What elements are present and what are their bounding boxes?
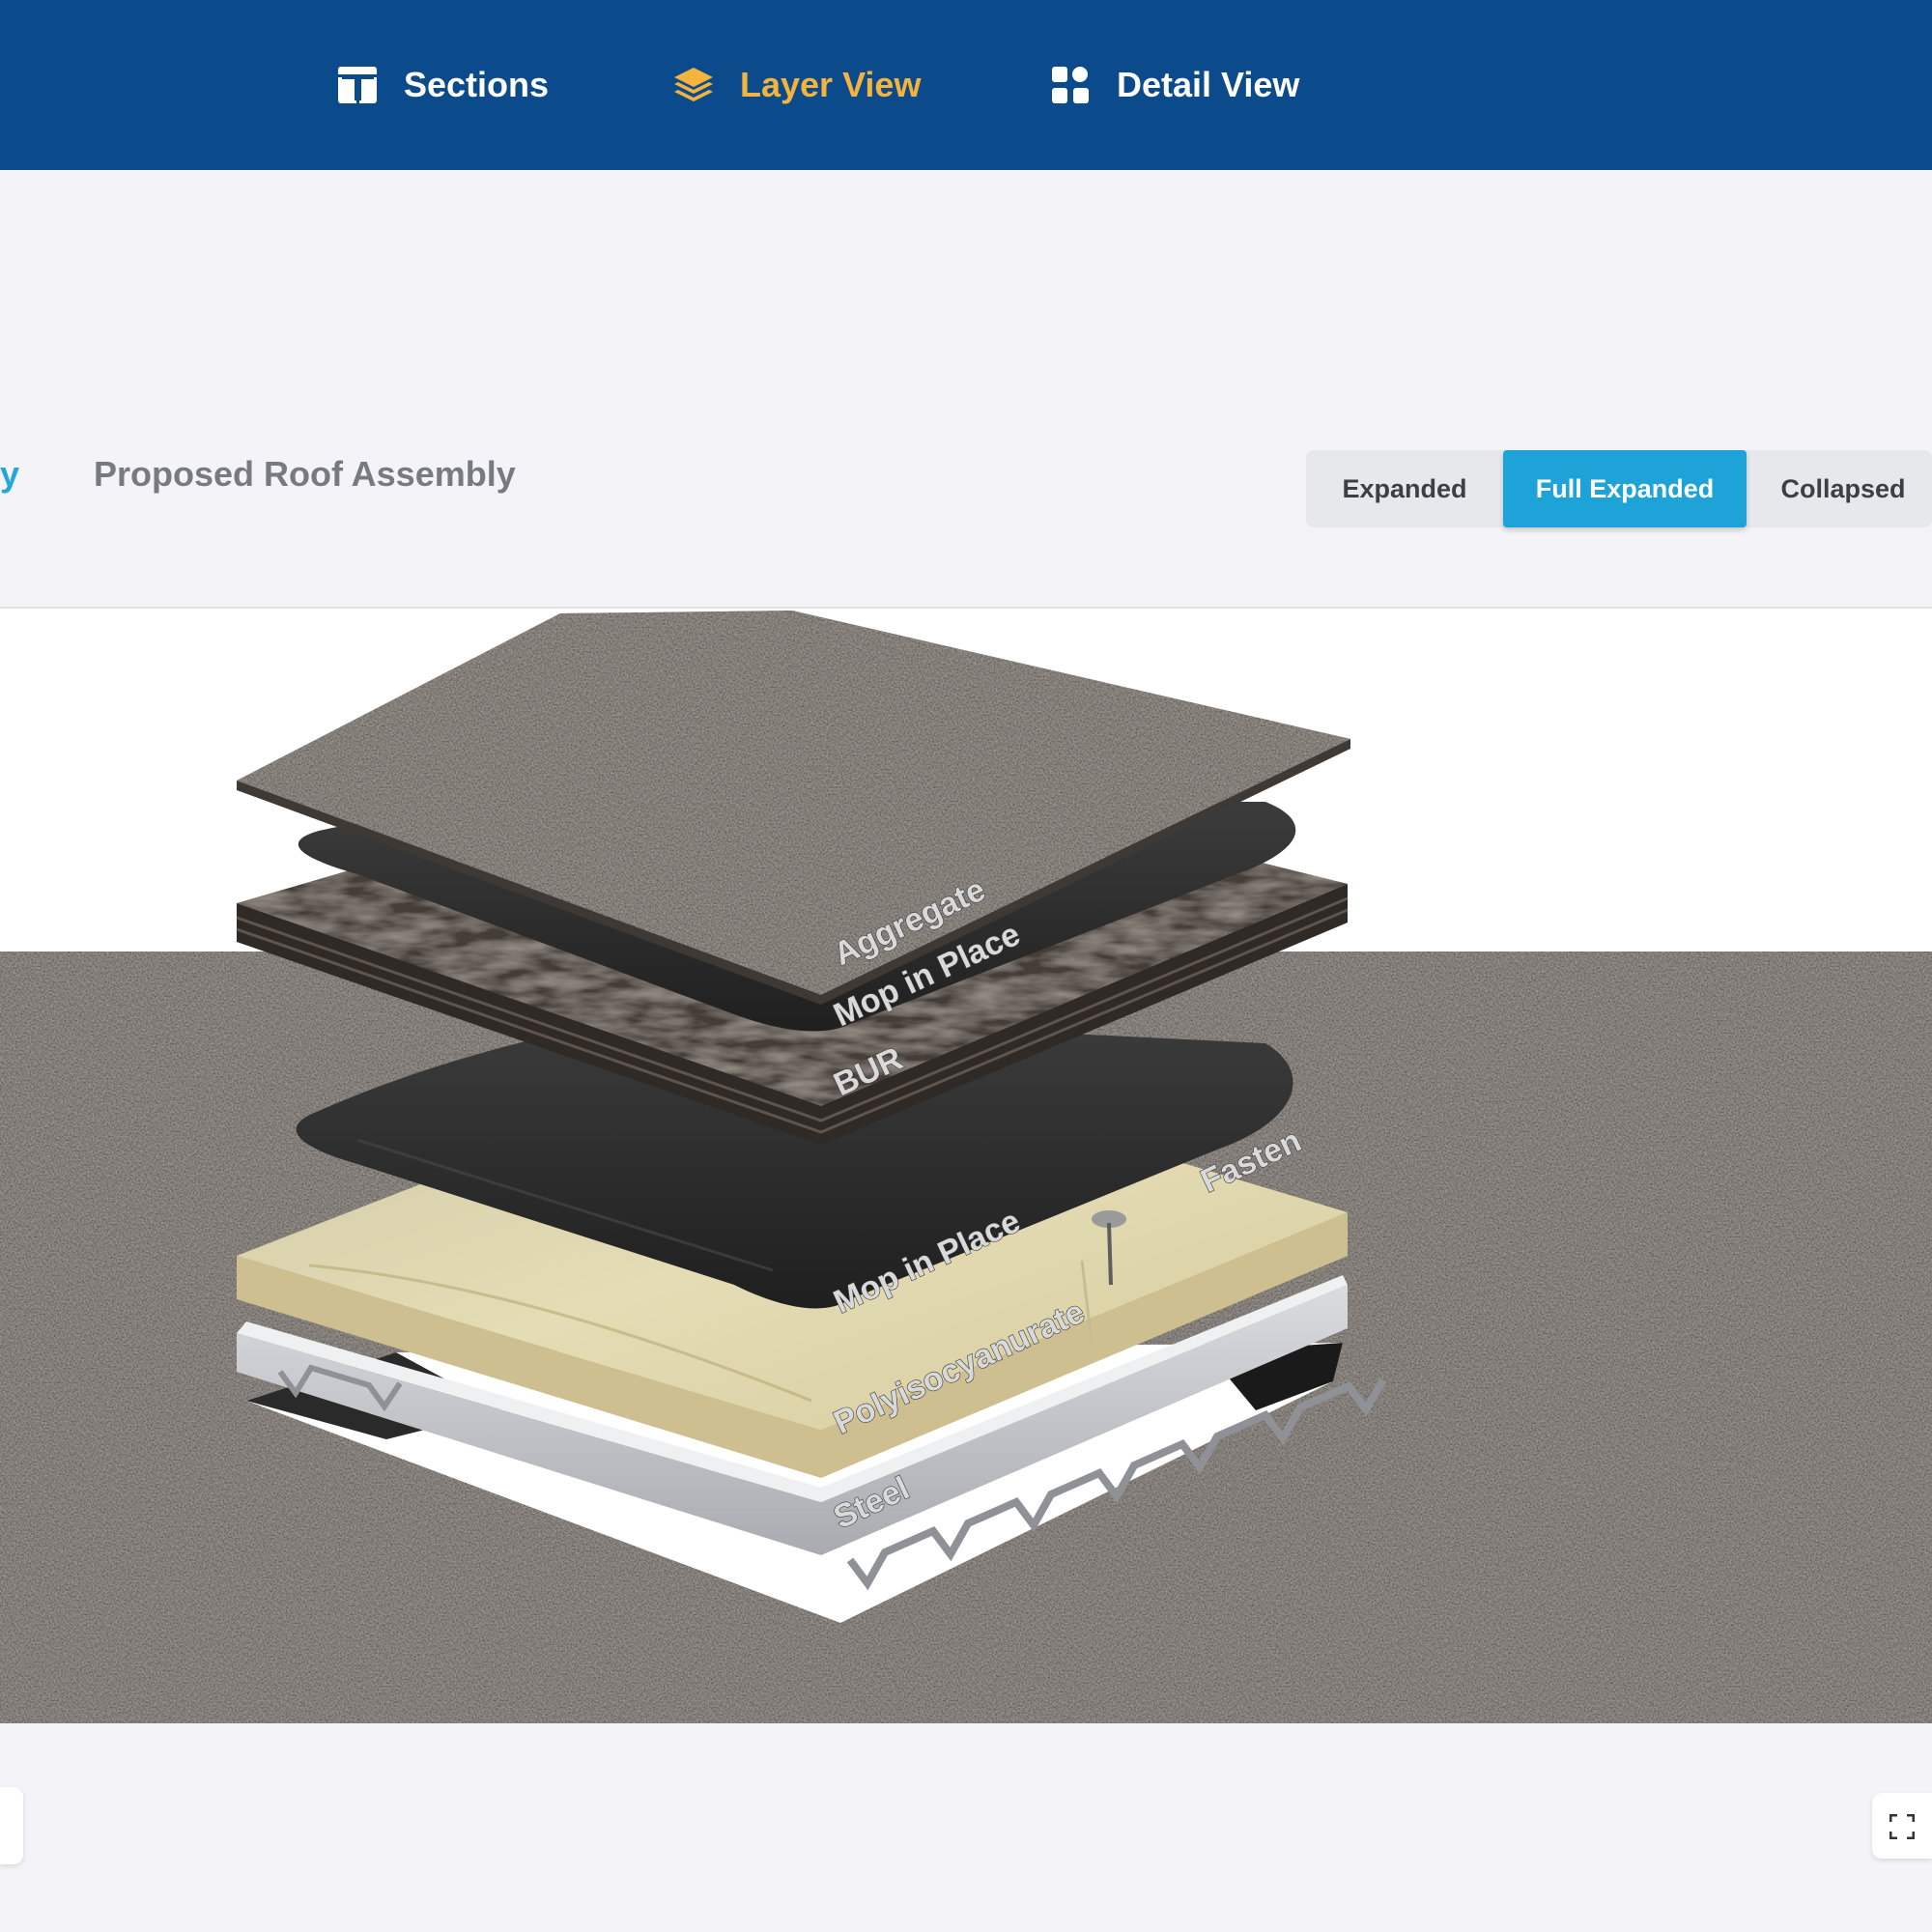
roof-assembly-illustration: Aggregate Mop in Place BUR Fasten Mop in… [0, 611, 1932, 1723]
side-panel-tab[interactable] [0, 1787, 23, 1864]
nav-item-label: Detail View [1117, 65, 1300, 104]
view-mode-toggle: Expanded Full Expanded Collapsed [1306, 450, 1932, 527]
breadcrumb-link[interactable]: y [0, 454, 19, 495]
page-title: Proposed Roof Assembly [94, 454, 516, 494]
sections-icon [338, 67, 377, 103]
nav-item-detail-view[interactable]: Detail View [1049, 54, 1299, 116]
expanded-button[interactable]: Expanded [1306, 450, 1503, 527]
top-navigation-bar: Sections Layer View Detail View [0, 0, 1932, 170]
layer-viewer[interactable]: Aggregate Mop in Place BUR Fasten Mop in… [0, 609, 1932, 1723]
nav-item-label: Layer View [740, 65, 922, 104]
grid-icon [1052, 67, 1089, 103]
nav-item-sections[interactable]: Sections [336, 54, 549, 116]
full-expanded-button[interactable]: Full Expanded [1503, 450, 1747, 527]
fullscreen-icon [1889, 1814, 1915, 1839]
collapsed-button[interactable]: Collapsed [1747, 450, 1932, 527]
fullscreen-button[interactable] [1872, 1793, 1932, 1859]
nav-item-layer-view[interactable]: Layer View [672, 54, 921, 116]
layers-icon [674, 68, 713, 101]
nav-item-label: Sections [404, 65, 550, 104]
